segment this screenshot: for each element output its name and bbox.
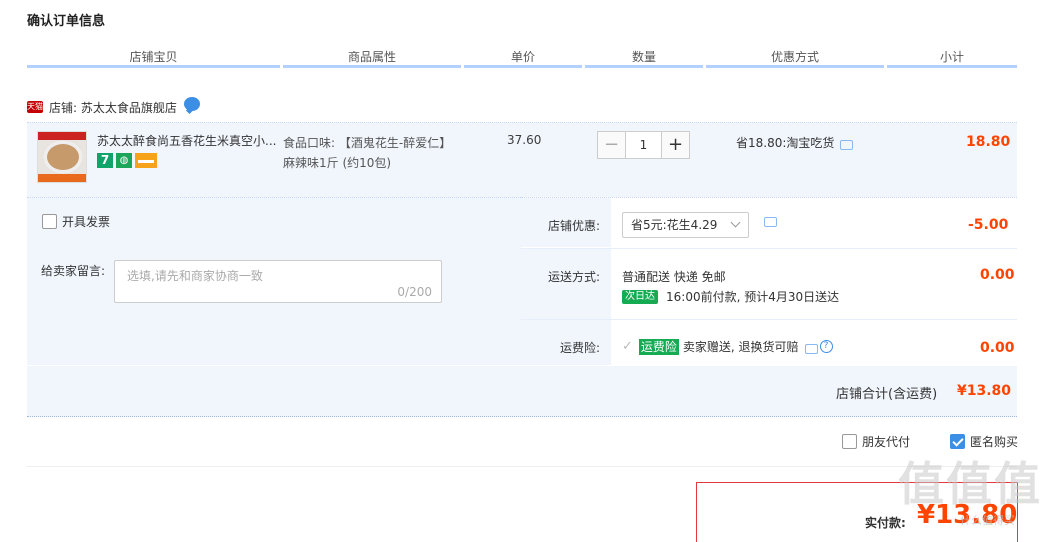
invoice-label: 开具发票 [62,215,111,229]
promo-info: 省18.80:淘宝吃货 [736,134,854,151]
insurance-badge: 运费险 [638,338,679,355]
message-icon[interactable] [840,139,854,150]
table-header: 店铺宝贝 商品属性 单价 数量 优惠方式 小计 [27,48,1017,68]
memo-label: 给卖家留言: [41,264,106,278]
quantity-input[interactable]: 1 [626,131,661,159]
shop-total-label: 店铺合计(含运费) [836,387,938,402]
insurance-label: 运费险: [559,341,600,355]
header-attributes: 商品属性 [283,48,461,68]
shop-total-value: ¥13.80 [957,383,1012,399]
divider [521,319,1017,320]
shop-line: 天猫 店铺: 苏太太食品旗舰店 [27,97,200,117]
invoice-checkbox[interactable] [42,214,57,229]
shop-discount-selected: 省5元:花生4.29 [631,218,718,232]
header-quantity: 数量 [585,48,703,68]
memo-placeholder: 选填,请先和商家协商一致 [127,269,263,283]
memo-char-counter: 0/200 [397,285,432,299]
header-price: 单价 [464,48,582,68]
shipping-label: 运送方式: [547,270,600,284]
decrease-qty-button[interactable]: − [597,131,626,159]
insurance-text: 卖家赠送, 退换货可赔 [682,340,799,354]
message-icon[interactable] [804,343,818,354]
credit-card-icon[interactable] [135,153,157,168]
shipping-method: 普通配送 快递 免邮 [622,270,726,284]
product-attr-flavor: 食品口味: 【酒鬼花生-醉爱仁】 [283,136,452,150]
insurance-value: 0.00 [980,340,1015,356]
page-title: 确认订单信息 [27,14,106,29]
seven-day-return-icon[interactable]: 7 [97,153,113,168]
product-thumbnail[interactable] [37,131,87,183]
shop-name-link[interactable]: 店铺: 苏太太食品旗舰店 [49,99,177,116]
delivery-estimate: 次日达 16:00前付款, 预计4月30日送达 [622,288,839,305]
header-item: 店铺宝贝 [27,48,280,68]
header-discount: 优惠方式 [706,48,884,68]
delivery-estimate-text: 16:00前付款, 预计4月30日送达 [666,290,840,304]
help-icon[interactable]: ? [819,340,833,353]
memo-textarea[interactable]: 选填,请先和商家协商一致 0/200 [114,260,442,303]
shop-discount-label: 店铺优惠: [547,219,600,233]
tmall-badge: 天猫 [27,101,43,113]
quantity-stepper: − 1 + [597,131,690,159]
invoice-option[interactable]: 开具发票 [42,213,110,230]
shop-discount-select[interactable]: 省5元:花生4.29 [622,212,749,238]
header-subtotal: 小计 [887,48,1017,68]
increase-qty-button[interactable]: + [661,131,690,159]
shipping-value: 0.00 [980,267,1015,283]
check-icon: ✓ [622,339,633,354]
guarantee-shield-icon[interactable]: ◍ [116,153,132,168]
message-icon[interactable] [764,217,777,227]
item-subtotal: 18.80 [966,134,1011,150]
watermark-logo: 值值值 [898,457,1042,511]
promo-text: 省18.80:淘宝吃货 [736,136,835,150]
unit-price: 37.60 [507,133,542,147]
anonymous-checkbox[interactable] [950,434,965,449]
watermark-text: 什么值得买 [960,514,1015,527]
insurance-info: ✓ 运费险 卖家赠送, 退换货可赔 ? [622,338,833,355]
payment-label: 实付款: [865,516,906,530]
next-day-badge: 次日达 [622,289,658,304]
service-badges: 7 ◍ [97,153,157,168]
product-name-link[interactable]: 苏太太醉食尚五香花生米真空小... [97,132,277,149]
chat-icon[interactable] [183,97,200,111]
divider [27,466,1017,467]
product-attr-spec: 麻辣味1斤 (约10包) [283,156,392,170]
divider [521,248,1017,249]
shop-discount-value: -5.00 [968,217,1009,233]
chevron-down-icon [730,217,741,228]
friend-pay-checkbox[interactable] [842,434,857,449]
